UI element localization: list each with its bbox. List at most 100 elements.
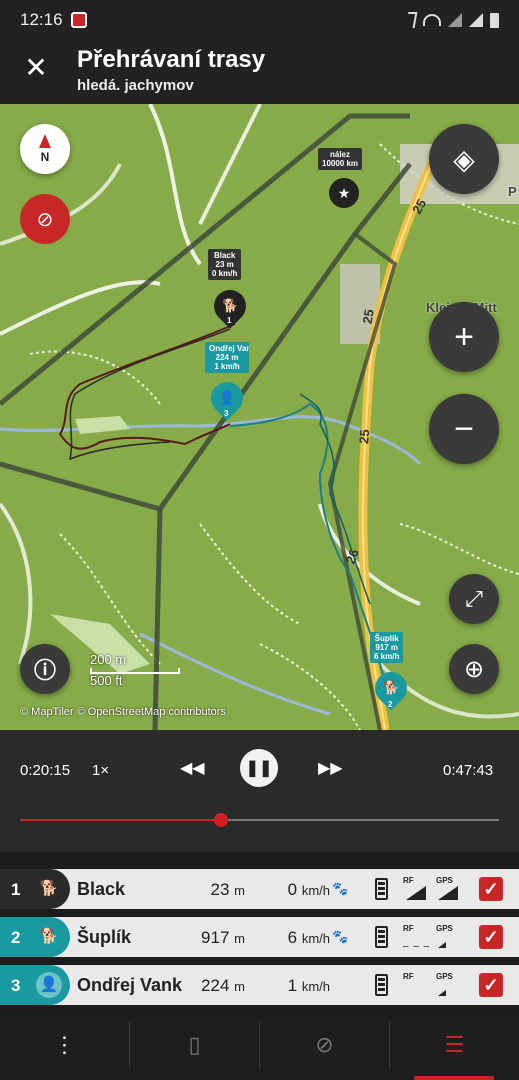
item-name: Šuplík	[77, 927, 132, 947]
marker-label-black: Black 23 m 0 km/h	[208, 249, 242, 280]
rf-no-signal-icon: – – –	[403, 941, 431, 952]
current-time: 0:20:15	[20, 762, 71, 779]
end-time: 0:47:43	[443, 762, 494, 779]
item-index: 1	[11, 880, 21, 899]
compass-needle-icon	[39, 134, 51, 148]
map-attribution[interactable]: © MapTiler © OpenStreetMap contributors	[20, 706, 226, 718]
zoom-in-button[interactable]: +	[429, 302, 499, 372]
person-icon: 👤	[36, 972, 62, 998]
tracked-list: 1 🐕 Black 23 m 0 km/h 🐾 RF GPS ✓ 2 🐕 Šup…	[0, 852, 519, 1010]
layers-icon: ◈	[453, 143, 475, 175]
dog-icon: 🐕	[39, 928, 59, 945]
layers-button[interactable]: ◈	[429, 124, 499, 194]
person-icon: 👤	[218, 390, 236, 405]
timeline-thumb[interactable]	[214, 813, 229, 827]
item-name: Black	[77, 879, 126, 899]
zoom-out-button[interactable]: −	[429, 394, 499, 464]
battery-icon	[490, 12, 499, 28]
timeline-progress	[20, 819, 222, 821]
page-title: Přehrávaní trasy	[77, 46, 266, 73]
playback-controls: 0:20:15 1× ◀◀ ❚❚ ▶▶ 0:47:43	[0, 730, 519, 852]
antenna-off-icon: ⊘	[36, 208, 54, 231]
visibility-checkbox[interactable]: ✓	[479, 973, 503, 997]
marker-label-ondrej: Ondřej Vank 224 m 1 km/h	[205, 342, 249, 373]
item-index: 2	[11, 928, 21, 947]
scale-imperial: 500 ft	[90, 673, 123, 688]
scale-bar	[90, 668, 180, 674]
item-index-badge: 3 👤	[0, 965, 70, 1005]
battery-icon	[375, 974, 388, 996]
visibility-checkbox[interactable]: ✓	[479, 877, 503, 901]
marker-name: nález	[330, 150, 351, 159]
marker-distance: 224 m	[215, 353, 239, 362]
item-index-badge: 2 🐕	[0, 917, 70, 957]
item-speed: 1 km/h	[287, 976, 330, 995]
status-time: 12:16	[20, 10, 63, 29]
minus-icon: −	[454, 409, 474, 448]
list-item[interactable]: 3 👤 Ondřej Vank 224 m 1 km/h RF GPS ✓	[0, 965, 519, 1005]
visibility-checkbox[interactable]: ✓	[479, 925, 503, 949]
app-notification-icon	[70, 12, 87, 28]
compass-icon: ⊘	[315, 1032, 334, 1057]
pause-button[interactable]: ❚❚	[240, 749, 278, 787]
plus-icon: +	[454, 317, 474, 356]
nav-collar[interactable]: ▯	[130, 1010, 259, 1080]
playback-speed[interactable]: 1×	[92, 762, 109, 779]
battery-icon	[375, 878, 388, 900]
item-speed: 0 km/h	[287, 880, 330, 899]
fast-forward-icon: ▶▶	[318, 760, 343, 777]
more-icon: ⋮	[53, 1032, 76, 1057]
signal-icon-2	[469, 13, 483, 27]
finding-marker[interactable]: ★	[329, 178, 359, 208]
gps-label: GPS	[436, 972, 453, 981]
compass-label: N	[40, 150, 50, 164]
dog-icon: 🐕	[221, 298, 239, 313]
dog-status-icon: 🐾	[332, 881, 349, 896]
item-speed: 6 km/h	[287, 928, 330, 947]
compass-button[interactable]: N	[20, 124, 70, 174]
bottom-navigation: ⋮ ▯ ⊘ ☰	[0, 1010, 519, 1080]
nav-list[interactable]: ☰	[390, 1010, 519, 1080]
nav-compass[interactable]: ⊘	[260, 1010, 389, 1080]
star-icon: ★	[337, 184, 351, 201]
marker-number: 3	[224, 409, 229, 418]
nav-active-indicator	[414, 1076, 494, 1080]
road-number: 25	[356, 428, 373, 445]
marker-detail: 10000 km	[322, 159, 359, 168]
fit-bounds-button[interactable]: ⤢	[449, 574, 499, 624]
wifi-icon	[423, 14, 441, 26]
marker-distance: 23 m	[215, 260, 234, 269]
rewind-icon: ◀◀	[180, 760, 205, 777]
crosshair-icon: ⊕	[463, 655, 485, 683]
dog-icon: 🐕	[382, 680, 400, 695]
fast-forward-button[interactable]: ▶▶	[318, 758, 343, 778]
expand-icon: ⤢	[465, 586, 483, 611]
marker-name: Black	[213, 251, 236, 260]
rewind-button[interactable]: ◀◀	[180, 758, 205, 778]
info-button[interactable]: ⓘ	[20, 644, 70, 694]
list-item[interactable]: 2 🐕 Šuplík 917 m 6 km/h 🐾 RF – – – GPS ✓	[0, 917, 519, 957]
status-bar: 12:16	[0, 0, 519, 40]
item-distance: 224 m	[201, 976, 245, 995]
page-subtitle: hledá. jachymov	[77, 77, 194, 94]
my-location-button[interactable]: ⊕	[449, 644, 499, 694]
map-view[interactable]: 25 25 25 26 Kleiner Mitt P N ⊘ ◈ + − ⤢ ⊕…	[0, 104, 519, 730]
marker-number: 1	[227, 316, 232, 325]
list-item[interactable]: 1 🐕 Black 23 m 0 km/h 🐾 RF GPS ✓	[0, 869, 519, 909]
gps-label: GPS	[436, 924, 453, 933]
list-icon: ☰	[444, 1032, 465, 1057]
scale-metric: 200 m	[90, 652, 127, 667]
rf-label: RF	[403, 924, 414, 933]
place-label: P	[508, 184, 517, 199]
nav-more[interactable]: ⋮	[0, 1010, 129, 1080]
close-icon[interactable]: ✕	[20, 52, 52, 84]
marker-name: Šuplík	[374, 634, 399, 643]
marker-speed: 1 km/h	[214, 362, 240, 371]
rf-off-button[interactable]: ⊘	[20, 194, 70, 244]
gps-signal-icon	[438, 886, 458, 900]
item-distance: 917 m	[201, 928, 245, 947]
battery-icon	[375, 926, 388, 948]
marker-name: Ondřej Vank	[209, 344, 249, 353]
rf-signal-icon	[406, 886, 426, 900]
gps-signal-icon	[438, 990, 446, 996]
